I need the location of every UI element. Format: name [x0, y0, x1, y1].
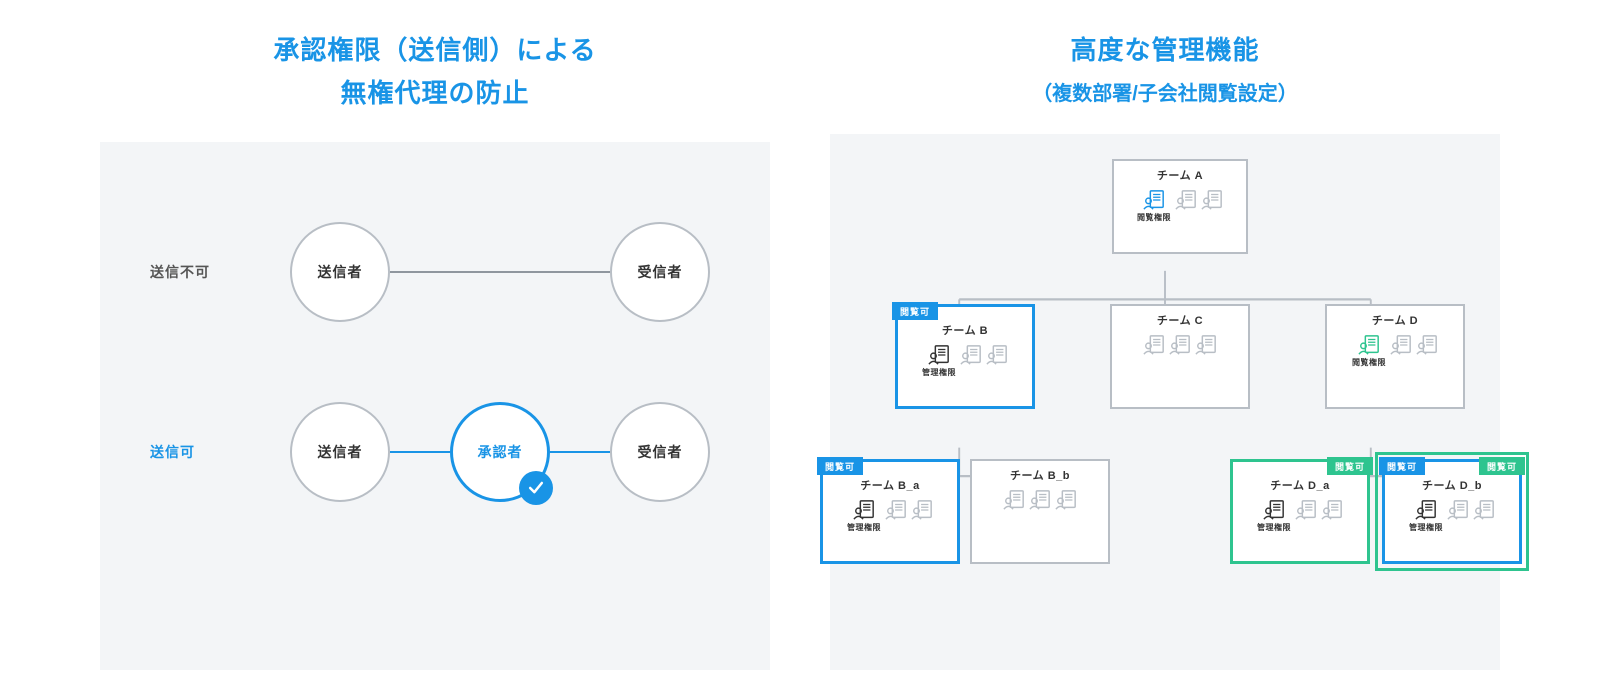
node-receiver-1: 受信者 — [610, 222, 710, 322]
node-sender-2: 送信者 — [290, 402, 390, 502]
edge-2a — [390, 451, 450, 453]
doc-user-icon — [1003, 489, 1025, 511]
right-title: 高度な管理機能 — [830, 30, 1500, 67]
doc-user-icon — [1447, 499, 1469, 521]
node-receiver-2: 受信者 — [610, 402, 710, 502]
doc-user-icon — [1201, 189, 1223, 211]
doc-user-icon — [1195, 334, 1217, 356]
right-panel: 高度な管理機能 （複数部署/子会社閲覧設定） — [830, 30, 1500, 670]
team-b-a: 閲覧可 チーム B_a 管理権限 — [820, 459, 960, 564]
left-title-line2: 無権代理の防止 — [100, 73, 770, 110]
team-d-a: 閲覧可 チーム D_a 管理権限 — [1230, 459, 1370, 564]
team-b-b-name: チーム B_b — [1010, 467, 1070, 483]
left-panel: 承認権限（送信側）による 無権代理の防止 送信不可 送信者 受信者 送信可 送信… — [100, 30, 770, 670]
check-icon — [519, 471, 553, 505]
team-b-b: チーム B_b — [970, 459, 1110, 564]
right-canvas: チーム A 閲覧権限 閲覧可 チーム B — [830, 134, 1500, 670]
doc-user-icon — [1358, 334, 1380, 356]
node-sender-1: 送信者 — [290, 222, 390, 322]
doc-user-icon — [1390, 334, 1412, 356]
left-title: 承認権限（送信側）による 無権代理の防止 — [100, 30, 770, 110]
team-d-a-name: チーム D_a — [1270, 477, 1329, 493]
doc-user-icon — [1263, 499, 1285, 521]
team-b-a-role: 管理権限 — [847, 522, 881, 533]
team-b: 閲覧可 チーム B 管理権限 — [895, 304, 1035, 409]
doc-user-icon — [1175, 189, 1197, 211]
doc-user-icon — [1321, 499, 1343, 521]
node-approver: 承認者 — [450, 402, 550, 502]
team-d-name: チーム D — [1372, 312, 1418, 328]
doc-user-icon — [1143, 334, 1165, 356]
doc-user-icon — [853, 499, 875, 521]
doc-user-icon — [1415, 499, 1437, 521]
right-subtitle: （複数部署/子会社閲覧設定） — [830, 77, 1500, 106]
doc-user-icon — [911, 499, 933, 521]
left-canvas: 送信不可 送信者 受信者 送信可 送信者 承認者 受信者 — [100, 142, 770, 670]
team-c-name: チーム C — [1157, 312, 1203, 328]
team-a-name: チーム A — [1157, 167, 1203, 183]
team-d: チーム D 閲覧権限 — [1325, 304, 1465, 409]
team-a: チーム A 閲覧権限 — [1112, 159, 1248, 254]
row-label-not-allowed: 送信不可 — [150, 262, 250, 282]
team-b-role: 管理権限 — [922, 367, 956, 378]
doc-user-icon — [1055, 489, 1077, 511]
edge-2b — [550, 451, 610, 453]
team-d-b-role: 管理権限 — [1409, 522, 1443, 533]
edge-1 — [390, 271, 610, 273]
doc-user-icon — [986, 344, 1008, 366]
left-title-line1: 承認権限（送信側）による — [273, 35, 596, 65]
doc-user-icon — [960, 344, 982, 366]
doc-user-icon — [928, 344, 950, 366]
doc-user-icon — [1473, 499, 1495, 521]
team-d-b: 閲覧可 閲覧可 チーム D_b 管理権限 — [1382, 459, 1522, 564]
doc-user-icon — [885, 499, 907, 521]
team-b-a-name: チーム B_a — [860, 477, 919, 493]
doc-user-icon — [1029, 489, 1051, 511]
team-b-name: チーム B — [942, 322, 988, 338]
team-a-role: 閲覧権限 — [1137, 212, 1171, 223]
row-label-allowed: 送信可 — [150, 442, 250, 462]
team-d-role: 閲覧権限 — [1352, 357, 1386, 368]
doc-user-icon — [1416, 334, 1438, 356]
team-c: チーム C — [1110, 304, 1250, 409]
flow-row-allowed: 送信可 送信者 承認者 受信者 — [150, 402, 710, 502]
flow-row-not-allowed: 送信不可 送信者 受信者 — [150, 222, 710, 322]
team-d-b-name: チーム D_b — [1422, 477, 1482, 493]
team-d-a-role: 管理権限 — [1257, 522, 1291, 533]
doc-user-icon — [1295, 499, 1317, 521]
doc-user-icon — [1143, 189, 1165, 211]
doc-user-icon — [1169, 334, 1191, 356]
